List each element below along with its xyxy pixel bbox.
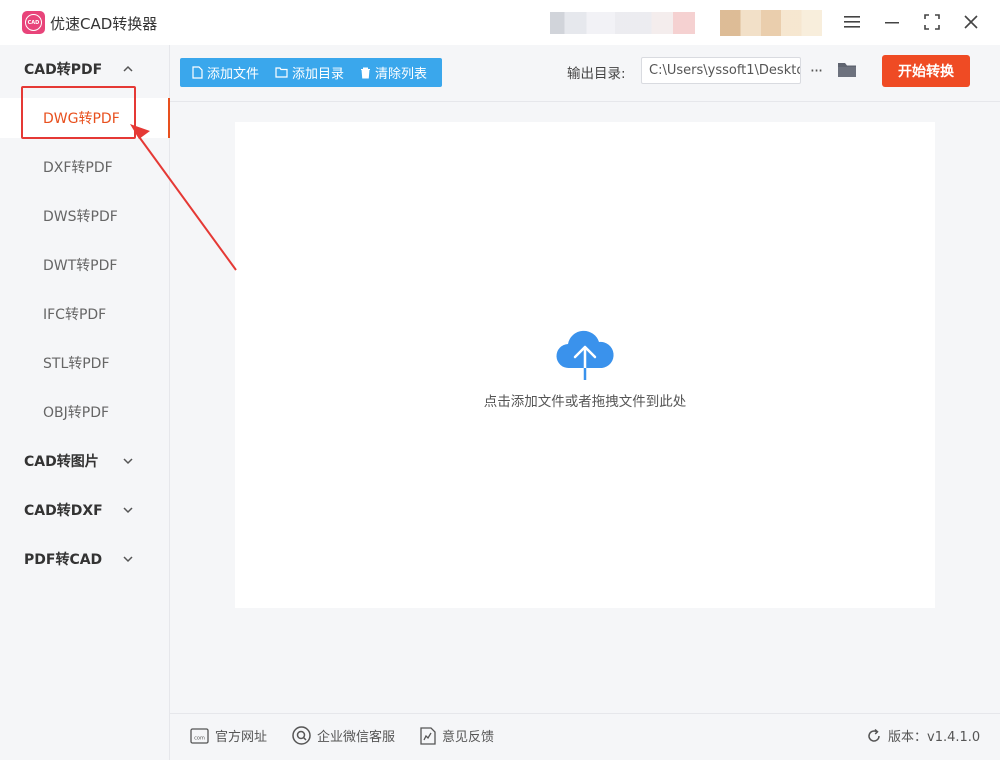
- sidebar-item-label: OBJ转PDF: [43, 405, 110, 421]
- version-info: 版本：v1.4.1.0: [866, 726, 980, 745]
- sidebar-group-label: CAD转DXF: [24, 503, 103, 519]
- more-options-button[interactable]: ···: [806, 57, 826, 83]
- folder-icon: [275, 67, 288, 78]
- output-dir-label: 输出目录:: [567, 66, 626, 82]
- app-logo-text: CAD: [25, 14, 42, 31]
- version-label: 版本：v1.4.1.0: [888, 730, 981, 745]
- footer-divider: [170, 713, 1000, 714]
- sidebar-item-label: DWG转PDF: [43, 111, 120, 127]
- wechat-support-link[interactable]: 企业微信客服: [292, 726, 395, 745]
- title-bar: CAD 优速CAD转换器: [0, 0, 1000, 45]
- app-logo: CAD: [22, 11, 45, 34]
- sidebar: CAD转PDF DWG转PDF DXF转PDF DWS转PDF DWT转PDF …: [0, 45, 170, 760]
- website-icon: com: [190, 727, 209, 744]
- sidebar-group-cad-to-dxf[interactable]: CAD转DXF: [0, 493, 168, 527]
- add-file-button[interactable]: 添加文件: [192, 58, 259, 87]
- clear-list-button[interactable]: 清除列表: [360, 58, 427, 87]
- official-website-link[interactable]: com 官方网址: [190, 726, 267, 745]
- sidebar-group-label: CAD转图片: [24, 454, 99, 470]
- sidebar-item-label: DXF转PDF: [43, 160, 113, 176]
- svg-text:com: com: [194, 735, 205, 741]
- sidebar-item-label: DWT转PDF: [43, 258, 118, 274]
- chevron-down-icon: [123, 458, 133, 465]
- app-title: 优速CAD转换器: [50, 15, 158, 33]
- wechat-icon: [292, 726, 311, 745]
- minimize-icon[interactable]: [879, 10, 905, 34]
- chevron-down-icon: [123, 507, 133, 514]
- drop-zone-hint: 点击添加文件或者拖拽文件到此处: [483, 394, 687, 410]
- chevron-up-icon: [123, 65, 133, 72]
- maximize-icon[interactable]: [919, 10, 945, 34]
- sidebar-item-label: DWS转PDF: [43, 209, 118, 225]
- output-dir-field[interactable]: C:\Users\yssoft1\Desktop: [641, 57, 801, 84]
- official-website-label: 官方网址: [215, 730, 268, 745]
- sidebar-group-label: CAD转PDF: [24, 62, 103, 78]
- chevron-down-icon: [123, 556, 133, 563]
- sidebar-group-cad-to-image[interactable]: CAD转图片: [0, 444, 168, 478]
- sidebar-item-ifc-to-pdf[interactable]: IFC转PDF: [0, 294, 168, 334]
- add-folder-button[interactable]: 添加目录: [275, 58, 344, 87]
- feedback-link[interactable]: 意见反馈: [420, 726, 494, 745]
- sidebar-item-dwg-to-pdf[interactable]: DWG转PDF: [0, 98, 170, 138]
- feedback-label: 意见反馈: [442, 730, 495, 745]
- trash-icon: [361, 67, 371, 78]
- sidebar-item-label: IFC转PDF: [43, 307, 107, 323]
- sidebar-item-dws-to-pdf[interactable]: DWS转PDF: [0, 196, 168, 236]
- sidebar-item-dwt-to-pdf[interactable]: DWT转PDF: [0, 245, 168, 285]
- account-badge-blurred: [720, 10, 822, 36]
- sidebar-group-pdf-to-cad[interactable]: PDF转CAD: [0, 542, 168, 576]
- cloud-upload-icon: [556, 330, 614, 380]
- clear-list-label: 清除列表: [375, 67, 428, 82]
- feedback-icon: [420, 726, 436, 745]
- wechat-support-label: 企业微信客服: [317, 730, 396, 745]
- add-folder-label: 添加目录: [292, 67, 345, 82]
- add-file-label: 添加文件: [207, 67, 260, 82]
- start-convert-button[interactable]: 开始转换: [882, 55, 970, 87]
- close-icon[interactable]: [958, 10, 984, 34]
- file-icon: [192, 66, 203, 79]
- header-divider: [170, 101, 1000, 102]
- hamburger-icon[interactable]: [839, 10, 865, 34]
- sidebar-group-cad-to-pdf[interactable]: CAD转PDF: [0, 52, 168, 86]
- user-info-blurred: [550, 12, 695, 34]
- main-panel: 添加文件 添加目录 清除列表 输出目录: C:\Users\yssoft1\De…: [170, 45, 1000, 760]
- sidebar-item-dxf-to-pdf[interactable]: DXF转PDF: [0, 147, 168, 187]
- refresh-icon[interactable]: [866, 728, 882, 744]
- open-folder-icon[interactable]: [836, 59, 858, 81]
- sidebar-item-obj-to-pdf[interactable]: OBJ转PDF: [0, 392, 168, 432]
- file-toolbar: 添加文件 添加目录 清除列表: [180, 58, 442, 87]
- sidebar-item-stl-to-pdf[interactable]: STL转PDF: [0, 343, 168, 383]
- sidebar-item-label: STL转PDF: [43, 356, 110, 372]
- sidebar-group-label: PDF转CAD: [24, 552, 103, 568]
- file-drop-zone[interactable]: 点击添加文件或者拖拽文件到此处: [235, 122, 935, 608]
